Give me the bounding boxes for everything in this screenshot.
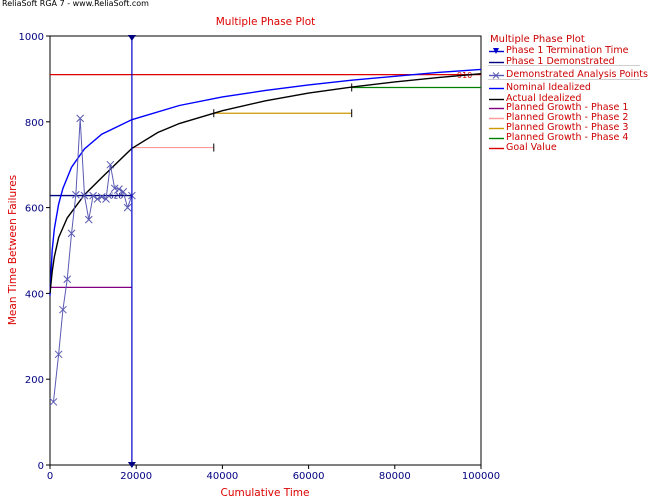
legend-label: Goal Value xyxy=(506,142,557,153)
termination-marker-top xyxy=(127,35,136,41)
x-tick-label: 40000 xyxy=(206,471,238,482)
legend-swatch-line-icon xyxy=(489,87,504,90)
legend-label: Demonstrated Analysis Points xyxy=(506,69,648,80)
chart-title: Multiple Phase Plot xyxy=(216,16,316,28)
legend-item: Goal Value xyxy=(488,142,644,154)
legend-title: Multiple Phase Plot xyxy=(490,34,585,45)
legend-swatch-triangle-icon xyxy=(489,48,504,54)
y-tick-label: 800 xyxy=(25,118,44,129)
legend-item: Phase 1 Demonstrated xyxy=(488,56,644,68)
y-axis-label: Mean Time Between Failures xyxy=(7,175,19,325)
y-tick-label: 400 xyxy=(25,289,44,300)
legend-swatch-x-icon xyxy=(489,72,504,79)
y-tick-label: 0 xyxy=(38,461,44,472)
phase-1-demonstrated-label: 628 xyxy=(109,192,124,201)
x-axis-label: Cumulative Time xyxy=(221,487,310,499)
demonstrated-analysis-line xyxy=(52,118,133,402)
x-tick-label: 100000 xyxy=(462,471,500,482)
legend-label: Phase 1 Termination Time xyxy=(506,45,629,56)
legend-swatch-line-icon xyxy=(489,61,504,64)
legend-label: Phase 1 Demonstrated xyxy=(506,56,615,67)
nominal-idealized-curve xyxy=(49,68,482,296)
y-tick-label: 200 xyxy=(25,375,44,386)
legend-label: Nominal Idealized xyxy=(506,82,591,93)
legend-swatch-line-icon xyxy=(489,147,504,150)
x-tick-label: 0 xyxy=(47,471,53,482)
y-tick-label: 600 xyxy=(25,204,44,215)
x-tick-label: 20000 xyxy=(120,471,152,482)
x-tick-label: 80000 xyxy=(379,471,411,482)
demonstrated-point-marker xyxy=(123,203,132,212)
y-tick-label: 1000 xyxy=(19,32,44,43)
actual-idealized-curve xyxy=(49,73,482,294)
x-tick-label: 60000 xyxy=(293,471,325,482)
legend-item: Demonstrated Analysis Points xyxy=(488,69,648,81)
